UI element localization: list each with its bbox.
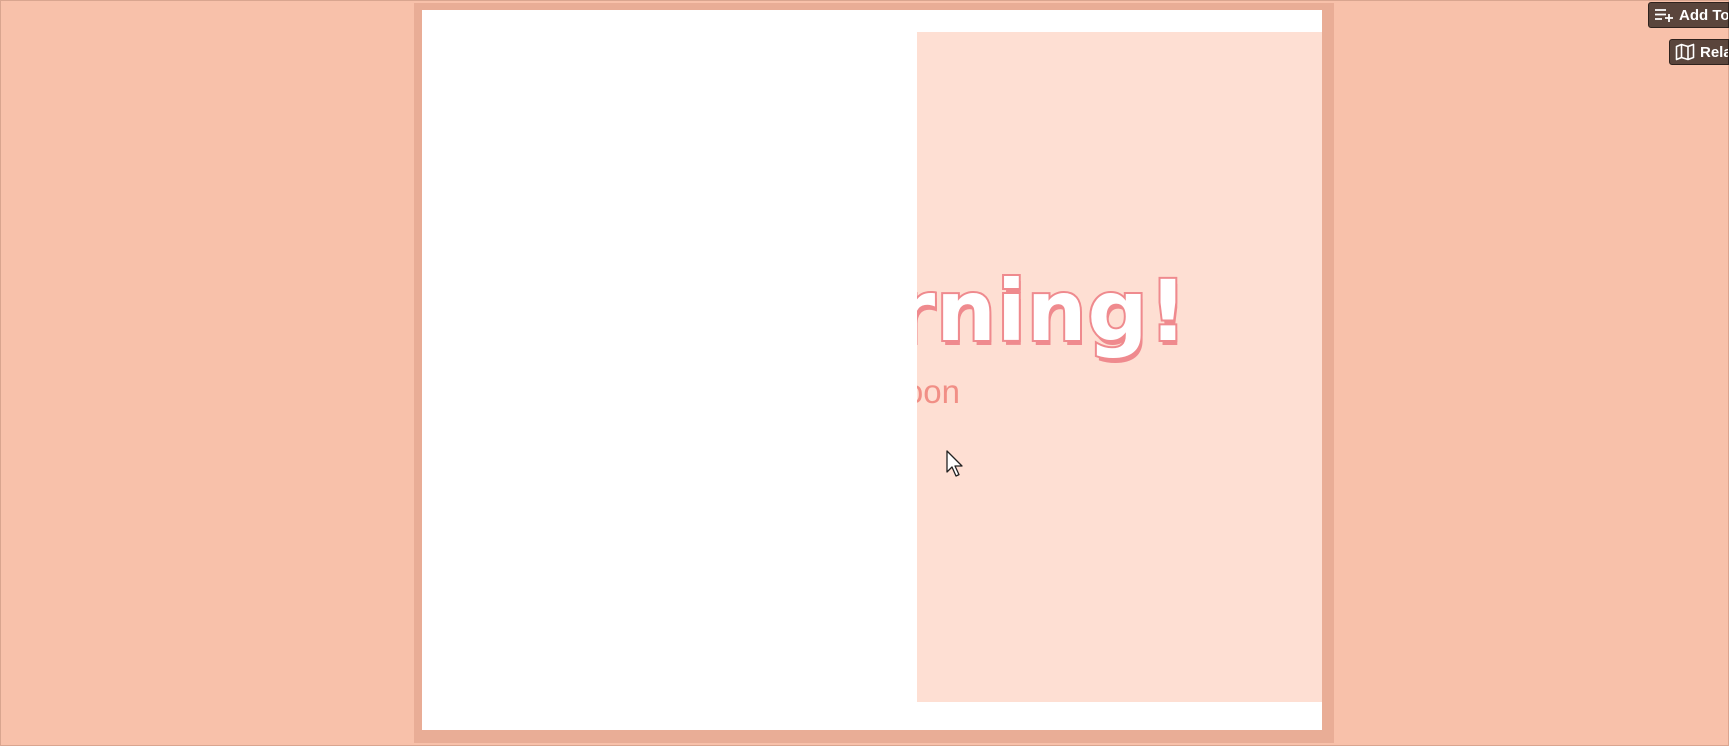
slide-subtitle: Good Afternoon [917,373,960,410]
slide-panel: Good Morning! Good Afternoon [917,32,1322,702]
related-label: Related [1700,43,1728,61]
map-icon [1675,43,1695,61]
text-clip-region: Good Morning! Good Afternoon [917,32,1322,702]
screen: { "slide": { "title": "Good Morning!", "… [0,0,1729,746]
add-topic-button[interactable]: Add Topic [1648,2,1729,28]
mouse-pointer-icon [946,450,963,477]
playlist-add-icon [1655,9,1673,22]
add-topic-label: Add Topic [1679,6,1729,24]
slide-canvas[interactable]: Good Morning! Good Afternoon [422,10,1322,730]
slide-title: Good Morning! [917,262,1189,360]
related-button[interactable]: Related [1669,39,1729,65]
